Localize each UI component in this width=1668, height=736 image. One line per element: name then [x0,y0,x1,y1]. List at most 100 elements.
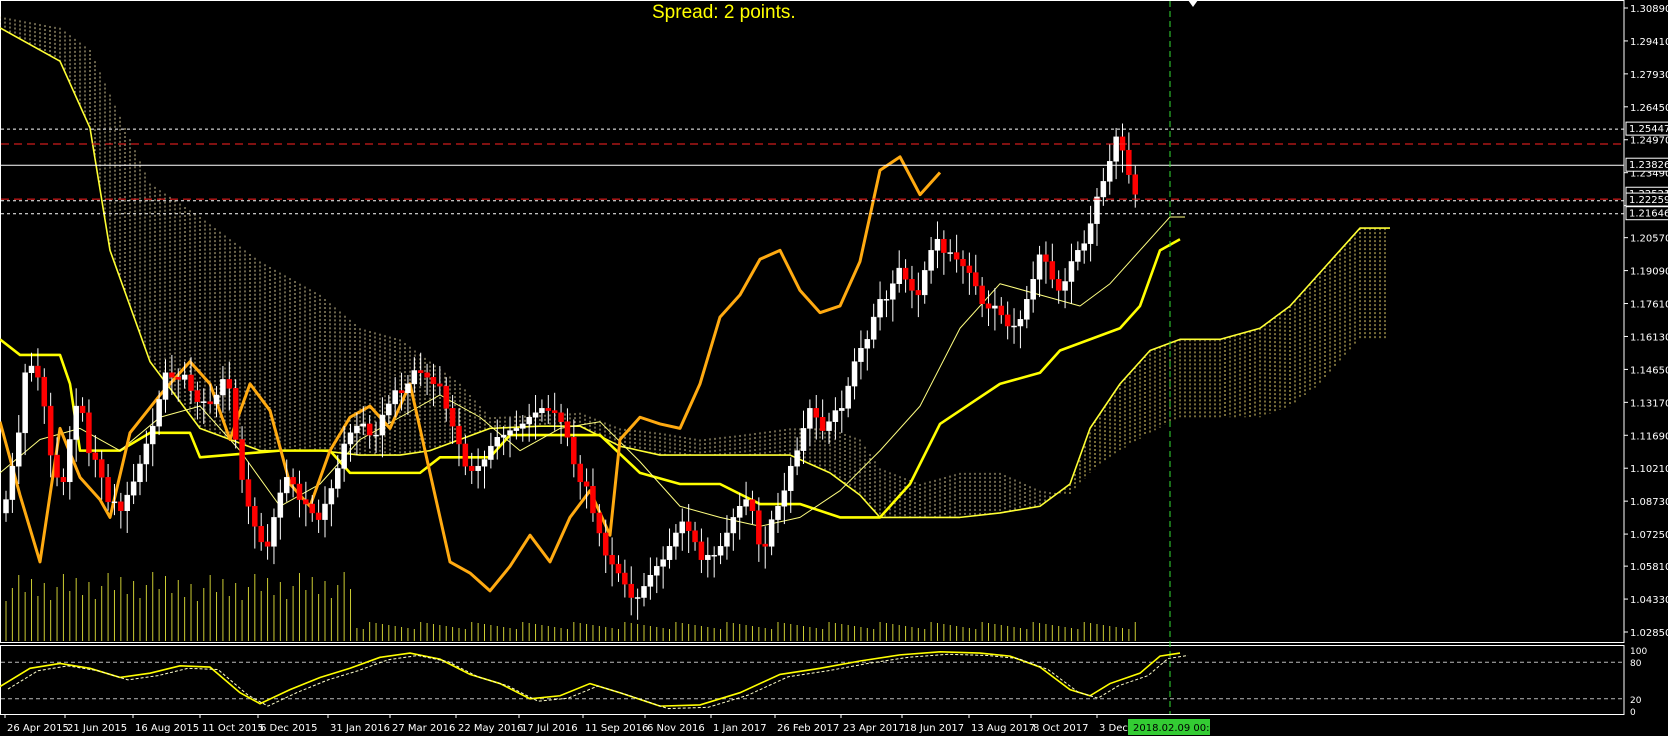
candle-body [118,501,124,511]
candle-body [743,499,749,507]
candle-body [622,572,628,585]
candle-body [979,285,985,305]
price-marker-label: 1.25447 [1629,124,1668,135]
candle-body [921,270,928,296]
candle-body [366,423,373,436]
candle-body [890,283,896,300]
candle-body [1062,281,1068,291]
candle-body [851,361,858,387]
candle-body [149,425,156,445]
candle-body [194,390,201,402]
candle-body [685,521,692,531]
candle-body [915,290,922,296]
price-chart[interactable]: 1.308901.294101.279301.264501.249701.234… [0,0,1668,736]
candle-body [373,434,379,437]
candle-body [322,503,328,520]
candle-body [252,506,258,527]
price-tick-label: 1.04330 [1630,595,1668,606]
candle-body [730,517,737,534]
candle-body [162,372,169,400]
candle-body [615,563,622,574]
candle-body [985,303,992,309]
candle-body [1132,174,1139,195]
candle-body [941,238,947,253]
candle-body [258,526,264,543]
candle-body [354,425,360,434]
candle-body [787,465,794,491]
candle-body [156,399,162,427]
candle-body [405,383,411,394]
candle-body [468,465,475,471]
candle-body [86,412,92,454]
candle-body [736,506,743,518]
candle-body [628,583,634,598]
candle-body [1036,254,1043,280]
time-tick-label: 17 Jul 2016 [521,723,578,734]
candle-body [130,481,137,496]
candle-body [417,370,424,373]
candle-body [1100,181,1107,198]
candle-body [386,403,392,416]
time-tick-label: 23 Apr 2017 [843,723,905,734]
candle-body [456,425,462,445]
candle-body [864,339,871,349]
candle-body [35,365,41,378]
candle-body [966,265,973,273]
time-tick-label: 6 Dec 2015 [260,723,318,734]
candle-body [507,430,513,436]
candle-body [1049,261,1056,280]
candle-body [896,267,902,284]
candle-body [532,412,539,418]
candle-body [992,305,998,309]
candle-body [647,575,654,587]
candle-body [660,559,666,567]
candle-body [462,443,469,467]
time-tick-label: 21 Jun 2015 [67,723,127,734]
candle-body [443,385,449,409]
candle-body [232,388,239,440]
price-marker-label: 1.23826 [1629,160,1668,171]
candle-body [360,423,367,427]
candle-body [22,372,28,434]
candle-body [673,532,679,547]
price-tick-label: 1.26450 [1630,103,1668,114]
candle-body [488,445,494,460]
candle-body [717,546,724,556]
candle-body [347,432,354,445]
price-marker-label: 1.21646 [1629,209,1668,220]
candle-body [137,463,143,483]
candle-body [654,566,660,576]
candle-body [577,463,583,483]
candle-body [1126,149,1132,175]
price-tick-label: 1.13170 [1630,398,1668,409]
spread-label: Spread: 2 points. [652,2,796,23]
price-tick-label: 1.02850 [1630,628,1668,639]
candle-body [392,390,398,405]
price-tick-label: 1.14650 [1630,365,1668,376]
candle-body [188,374,194,391]
candle-body [947,252,953,254]
candle-body [1004,314,1011,327]
candle-body [832,410,839,422]
time-tick-label: 26 Feb 2017 [777,723,839,734]
candle-body [692,530,698,543]
candle-body [303,499,309,505]
candle-body [98,459,105,478]
indicator-plot-frame [0,645,1625,715]
candle-body [953,252,960,260]
candle-body [724,532,730,547]
candle-body [328,488,335,505]
chikou-span-line [0,155,942,593]
candle-body [858,348,864,362]
indicator-tick-label: 0 [1630,708,1636,718]
candle-body [207,401,213,405]
indicator-tick-label: 20 [1630,696,1642,706]
candle-body [839,408,845,411]
candle-body [430,376,437,385]
candle-body [558,412,564,422]
price-tick-label: 1.29410 [1630,37,1668,48]
candle-body [1106,161,1113,182]
candle-body [220,379,226,396]
candle-body [226,379,233,389]
candle-body [794,450,800,467]
